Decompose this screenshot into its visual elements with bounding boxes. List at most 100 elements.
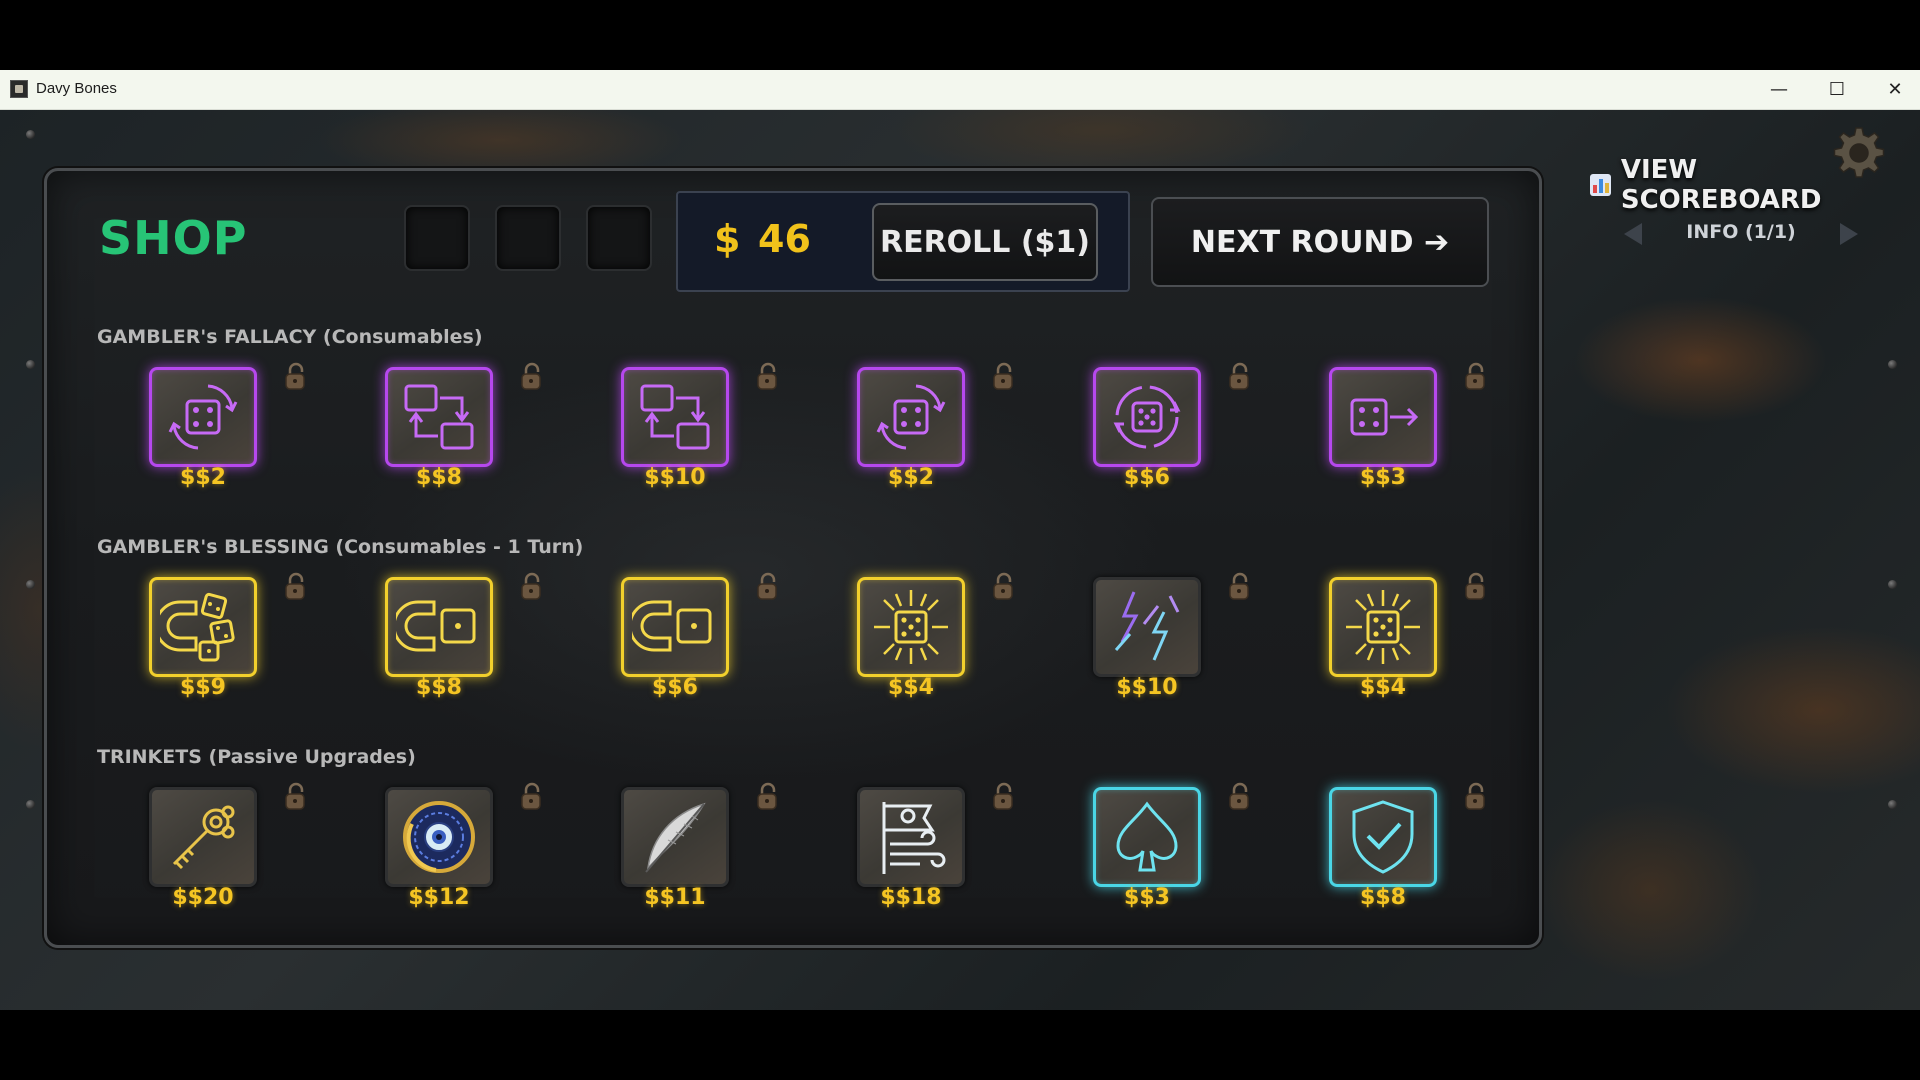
padlock-icon[interactable]: [517, 361, 547, 391]
item-price: $$2: [180, 465, 226, 490]
swap-dice-icon: [640, 384, 710, 450]
shop-item[interactable]: $$6: [1087, 362, 1249, 497]
shop-item[interactable]: $$10: [615, 362, 777, 497]
item-card[interactable]: [1093, 787, 1201, 887]
padlock-icon[interactable]: [1461, 571, 1491, 601]
shop-item[interactable]: $$11: [615, 782, 777, 917]
item-card[interactable]: [1329, 577, 1437, 677]
item-card[interactable]: [621, 577, 729, 677]
item-price: $$4: [1360, 675, 1406, 700]
item-price: $$18: [880, 885, 942, 910]
magnet-die-icon: [396, 600, 476, 652]
shop-item[interactable]: $$3: [1323, 362, 1485, 497]
lightning-icon: [1114, 591, 1180, 661]
item-card[interactable]: [385, 787, 493, 887]
move-die-icon: [1350, 398, 1419, 436]
next-round-button[interactable]: NEXT ROUND ➔: [1151, 197, 1489, 287]
item-card[interactable]: [621, 787, 729, 887]
pirate-flag-icon: [882, 802, 946, 874]
close-button[interactable]: ✕: [1866, 70, 1920, 109]
section-title-blessing: GAMBLER's BLESSING (Consumables - 1 Turn…: [97, 536, 584, 558]
item-card[interactable]: [149, 787, 257, 887]
shop-item[interactable]: $$10: [1087, 572, 1249, 707]
maximize-button[interactable]: ☐: [1808, 70, 1866, 109]
rivet: [1888, 800, 1897, 809]
padlock-icon[interactable]: [517, 781, 547, 811]
golden-key-icon: [172, 805, 235, 870]
inventory-slot[interactable]: [586, 205, 652, 271]
item-card[interactable]: [1093, 577, 1201, 677]
window-title: Davy Bones: [36, 80, 117, 97]
padlock-icon[interactable]: [281, 361, 311, 391]
item-price: $$3: [1124, 885, 1170, 910]
minimize-button[interactable]: —: [1750, 70, 1808, 109]
reroll-button[interactable]: REROLL ($1): [872, 203, 1098, 281]
item-card[interactable]: [1093, 367, 1201, 467]
shop-item[interactable]: $$18: [851, 782, 1013, 917]
shop-item[interactable]: $$12: [379, 782, 541, 917]
game-viewport: SHOP $ 46 REROLL ($1) NEXT ROUND ➔ GAMBL…: [0, 110, 1920, 1010]
swap-dice-icon: [404, 384, 474, 450]
bar-chart-icon: [1590, 174, 1611, 196]
padlock-icon[interactable]: [753, 361, 783, 391]
rivet: [26, 360, 35, 369]
padlock-icon[interactable]: [517, 571, 547, 601]
item-card[interactable]: [857, 577, 965, 677]
padlock-icon[interactable]: [1461, 781, 1491, 811]
padlock-icon[interactable]: [1225, 781, 1255, 811]
item-price: $$3: [1360, 465, 1406, 490]
inventory-slot[interactable]: [404, 205, 470, 271]
item-card[interactable]: [385, 577, 493, 677]
item-price: $$9: [180, 675, 226, 700]
padlock-icon[interactable]: [281, 571, 311, 601]
shop-item[interactable]: $$4: [851, 572, 1013, 707]
item-price: $$6: [652, 675, 698, 700]
padlock-icon[interactable]: [1225, 361, 1255, 391]
shop-panel: SHOP $ 46 REROLL ($1) NEXT ROUND ➔ GAMBL…: [44, 168, 1542, 948]
app-icon: [10, 80, 28, 98]
shop-item[interactable]: $$3: [1087, 782, 1249, 917]
item-card[interactable]: [621, 367, 729, 467]
shop-item[interactable]: $$9: [143, 572, 305, 707]
shop-item[interactable]: $$20: [143, 782, 305, 917]
shop-item[interactable]: $$2: [143, 362, 305, 497]
inventory-slot[interactable]: [495, 205, 561, 271]
item-card[interactable]: [857, 787, 965, 887]
padlock-icon[interactable]: [989, 781, 1019, 811]
shop-item[interactable]: $$8: [379, 362, 541, 497]
padlock-icon[interactable]: [1461, 361, 1491, 391]
item-price: $$12: [408, 885, 470, 910]
padlock-icon[interactable]: [753, 781, 783, 811]
shop-item[interactable]: $$8: [379, 572, 541, 707]
rivet: [1888, 580, 1897, 589]
item-price: $$4: [888, 675, 934, 700]
item-card[interactable]: [149, 577, 257, 677]
padlock-icon[interactable]: [1225, 571, 1255, 601]
item-price: $$2: [888, 465, 934, 490]
radiant-die-icon: [1346, 590, 1420, 664]
item-price: $$6: [1124, 465, 1170, 490]
padlock-icon[interactable]: [989, 361, 1019, 391]
item-card[interactable]: [857, 367, 965, 467]
item-card[interactable]: [1329, 787, 1437, 887]
item-price: $$10: [1116, 675, 1178, 700]
section-title-fallacy: GAMBLER's FALLACY (Consumables): [97, 326, 483, 348]
item-price: $$8: [1360, 885, 1406, 910]
spade-icon: [1116, 801, 1178, 872]
padlock-icon[interactable]: [281, 781, 311, 811]
next-arrow-icon[interactable]: [1840, 223, 1858, 245]
shield-check-icon: [1352, 800, 1414, 874]
shop-item[interactable]: $$8: [1323, 782, 1485, 917]
shop-item[interactable]: $$2: [851, 362, 1013, 497]
shop-item[interactable]: $$4: [1323, 572, 1485, 707]
item-card[interactable]: [1329, 367, 1437, 467]
feather-icon: [645, 802, 706, 873]
item-card[interactable]: [385, 367, 493, 467]
view-scoreboard-button[interactable]: VIEW SCOREBOARD: [1586, 155, 1892, 215]
item-card[interactable]: [149, 367, 257, 467]
shop-item[interactable]: $$6: [615, 572, 777, 707]
padlock-icon[interactable]: [753, 571, 783, 601]
money-symbol: $: [714, 217, 741, 261]
padlock-icon[interactable]: [989, 571, 1019, 601]
magnet-die-icon: [632, 600, 712, 652]
